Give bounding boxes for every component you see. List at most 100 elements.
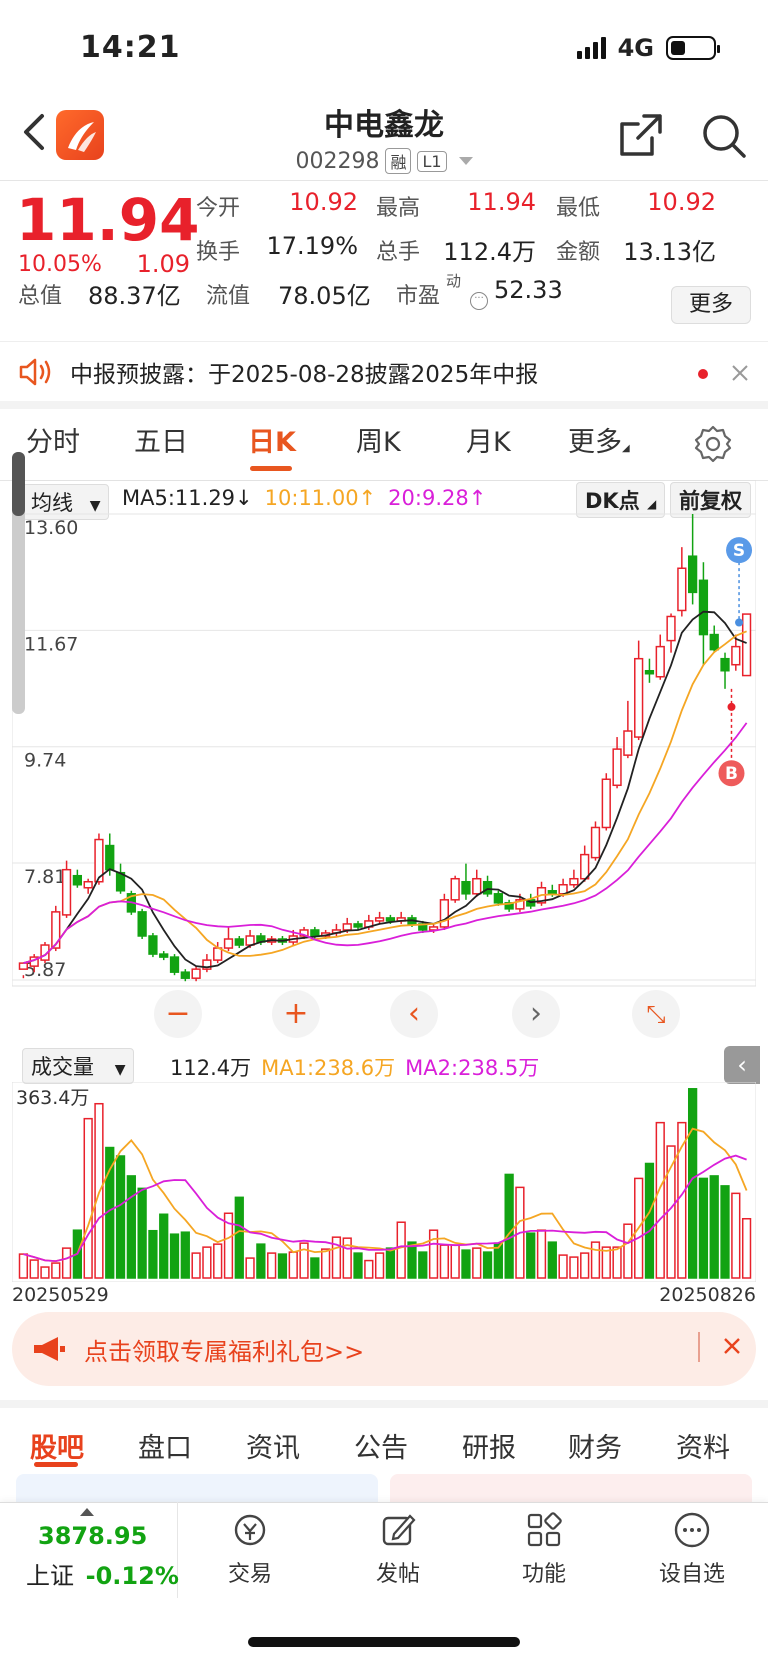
index-name: 上证 xyxy=(26,1562,74,1590)
grid-icon xyxy=(527,1512,562,1547)
buy-signal[interactable]: B xyxy=(718,688,745,787)
change-percent: 10.05% xyxy=(18,252,102,277)
candle-body xyxy=(687,555,698,594)
quote-label: 最低 xyxy=(556,196,601,221)
scroll-right-button[interactable]: › xyxy=(512,990,560,1038)
volume-bar xyxy=(180,1231,190,1279)
candle-body xyxy=(677,567,687,612)
caret-up-icon xyxy=(80,1508,94,1516)
quote-label: 总值 xyxy=(18,284,63,309)
nav-label: 交易 xyxy=(227,1562,272,1587)
content-tab-3[interactable]: 公告 xyxy=(354,1426,408,1465)
content-tab-2[interactable]: 资讯 xyxy=(246,1426,300,1465)
more-icon xyxy=(674,1512,710,1548)
candle-body xyxy=(482,880,493,895)
volume-bar xyxy=(320,1248,331,1279)
fullscreen-button[interactable]: ⤡ xyxy=(632,990,680,1038)
zoom-out-button[interactable]: − xyxy=(154,990,202,1038)
candle-body xyxy=(51,911,61,949)
volume-bar xyxy=(569,1256,579,1279)
volume-bar xyxy=(526,1232,536,1279)
close-icon xyxy=(732,365,748,381)
y-tick-label: 11.67 xyxy=(24,633,78,655)
more-quote-button[interactable]: 更多 xyxy=(671,286,751,324)
volume-bar xyxy=(191,1252,201,1279)
kline-chart[interactable]: 13.6011.679.747.815.87SB xyxy=(12,480,756,1040)
period-tab-5[interactable]: 更多◢ xyxy=(568,420,630,459)
expand-icon: ⤡ xyxy=(646,1000,666,1028)
candle-body xyxy=(310,929,320,937)
period-tabs: 分时 五日 日K 周K 月K 更多◢ xyxy=(0,420,768,480)
search-button[interactable] xyxy=(700,112,748,160)
volume-current: 112.4万 xyxy=(170,1056,252,1080)
candle-body xyxy=(698,579,709,636)
volume-bar xyxy=(245,1257,255,1279)
nav-item-1[interactable]: 发帖 xyxy=(338,1510,458,1588)
chart-settings-button[interactable] xyxy=(694,425,732,463)
index-name-row: 上证 -0.12% xyxy=(26,1556,179,1591)
promo-banner[interactable]: 点击领取专属福利礼包>> xyxy=(12,1312,756,1386)
info-icon[interactable]: ··· xyxy=(470,292,488,310)
content-tab-1[interactable]: 盘口 xyxy=(138,1426,192,1465)
quote-label: 流值 xyxy=(206,284,251,309)
share-button[interactable] xyxy=(618,112,664,158)
candle-body xyxy=(731,645,741,666)
volume-bar xyxy=(364,1259,374,1279)
candle-body xyxy=(374,917,385,922)
period-tab-0[interactable]: 分时 xyxy=(26,420,80,459)
card-peek-left[interactable] xyxy=(16,1474,378,1502)
speaker-icon xyxy=(19,358,51,385)
side-panel-toggle[interactable]: ‹ xyxy=(724,1046,760,1084)
y-tick-label: 7.81 xyxy=(24,866,66,888)
period-tab-4[interactable]: 月K xyxy=(466,420,511,459)
volume-bar xyxy=(159,1213,169,1279)
card-peek-right[interactable] xyxy=(390,1474,752,1502)
quote-value: 17.19% xyxy=(266,232,358,260)
volume-chart[interactable]: 363.4万 xyxy=(12,1082,756,1282)
candle-body xyxy=(137,911,147,937)
caret-down-icon: ▼ xyxy=(114,1062,126,1078)
content-tab-5[interactable]: 财务 xyxy=(568,1426,622,1465)
volume-bar xyxy=(40,1266,50,1279)
notice-close-button[interactable] xyxy=(730,357,750,390)
volume-bar xyxy=(353,1252,363,1279)
quote-label: 最高 xyxy=(376,196,421,221)
candle-body xyxy=(159,953,169,958)
nav-label: 功能 xyxy=(521,1562,566,1587)
nav-item-3[interactable]: 设自选 xyxy=(632,1510,752,1588)
period-tab-2[interactable]: 日K xyxy=(248,420,296,459)
notice-bar[interactable]: 中报预披露：于2025-08-28披露2025年中报 xyxy=(0,341,768,409)
content-tab-0[interactable]: 股吧 xyxy=(30,1426,84,1465)
volume-bar xyxy=(720,1185,730,1279)
signal-label: S xyxy=(733,541,745,561)
zoom-in-button[interactable]: + xyxy=(272,990,320,1038)
candle-body xyxy=(191,968,201,979)
quote-value: 13.13亿 xyxy=(623,238,716,266)
y-tick-label: 9.74 xyxy=(24,750,66,772)
nav-item-2[interactable]: 功能 xyxy=(484,1510,604,1588)
candle-body xyxy=(385,917,396,922)
period-tab-3[interactable]: 周K xyxy=(356,420,401,459)
volume-bar xyxy=(644,1162,655,1279)
candle-body xyxy=(623,730,633,756)
candle-body xyxy=(741,613,752,677)
margin-tag: 融 xyxy=(385,148,412,174)
candle-body xyxy=(439,899,450,928)
volume-bar xyxy=(126,1175,136,1279)
change-value: 1.09 xyxy=(136,250,190,278)
content-tab-6[interactable]: 资料 xyxy=(676,1426,730,1465)
scroll-left-button[interactable]: ‹ xyxy=(390,990,438,1038)
volume-bar xyxy=(18,1253,29,1279)
candle-body xyxy=(180,971,190,979)
nav-item-0[interactable]: 交易 xyxy=(190,1510,310,1588)
gear-icon xyxy=(694,425,732,463)
plus-icon: + xyxy=(283,996,309,1031)
sell-signal[interactable]: S xyxy=(726,537,753,627)
chart-scrollbar[interactable] xyxy=(12,452,25,714)
volume-indicator-select[interactable]: 成交量 ▼ xyxy=(22,1048,135,1084)
period-tab-indicator xyxy=(250,466,292,471)
content-tab-4[interactable]: 研报 xyxy=(462,1426,516,1465)
period-tab-1[interactable]: 五日 xyxy=(134,420,188,459)
promo-close-button[interactable] xyxy=(722,1333,742,1363)
candle-body xyxy=(634,657,644,738)
